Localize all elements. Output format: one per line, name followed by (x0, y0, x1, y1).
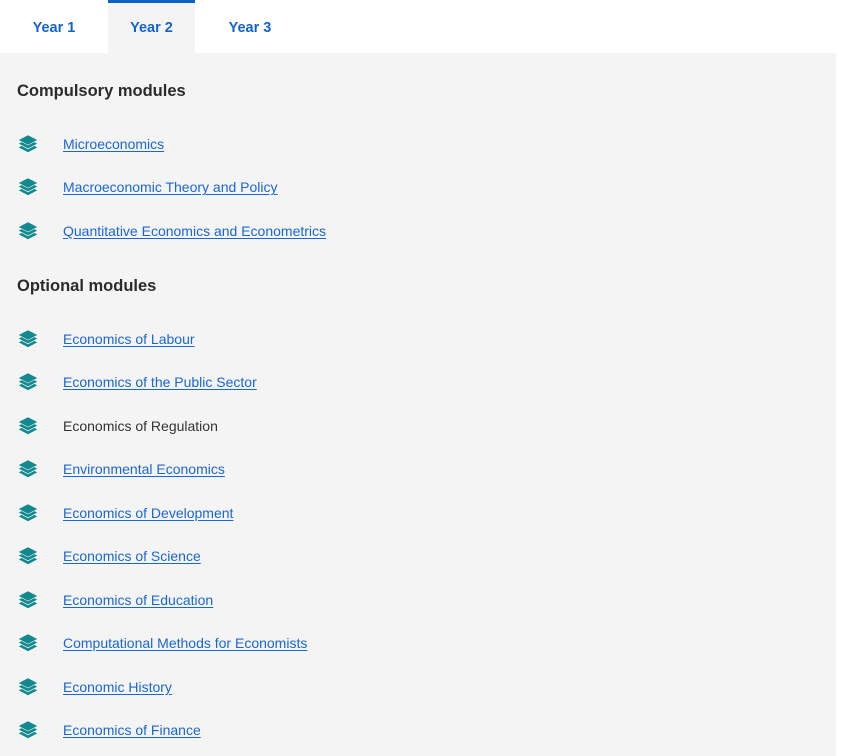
layers-stack-icon (17, 676, 39, 698)
layers-stack-icon (17, 176, 39, 198)
layers-stack-icon (17, 133, 39, 155)
optional-module-link[interactable]: Economics of Labour (63, 331, 195, 347)
tab-year-2[interactable]: Year 2 (108, 0, 195, 53)
module-row: Economics of Finance (0, 709, 836, 753)
optional-module-text: Economics of Regulation (63, 417, 218, 434)
tab-year-1[interactable]: Year 1 (0, 0, 108, 53)
module-row: Computational Methods for Economists (0, 622, 836, 666)
optional-module-link[interactable]: Computational Methods for Economists (63, 635, 307, 651)
module-row: Economic History (0, 665, 836, 709)
module-row: Microeconomics (0, 122, 836, 166)
compulsory-modules-heading: Compulsory modules (17, 82, 186, 100)
layers-stack-icon (17, 502, 39, 524)
layers-stack-icon (17, 328, 39, 350)
layers-stack-icon (17, 632, 39, 654)
module-row: Economics of Education (0, 578, 836, 622)
module-listing-page: Year 1 Year 2 Year 3 Compulsory modules … (0, 0, 844, 756)
optional-module-link[interactable]: Economics of Finance (63, 722, 201, 738)
tab-panel-year-2: Compulsory modules Microeconomics Macroec… (0, 53, 836, 756)
compulsory-modules-list: Microeconomics Macroeconomic Theory and P… (0, 122, 836, 253)
layers-stack-icon (17, 458, 39, 480)
compulsory-module-link[interactable]: Microeconomics (63, 136, 164, 152)
tab-year-1-label: Year 1 (32, 20, 76, 36)
module-row: Economics of Regulation (0, 404, 836, 448)
optional-module-link[interactable]: Economics of Education (63, 592, 213, 608)
layers-stack-icon (17, 415, 39, 437)
module-row: Quantitative Economics and Econometrics (0, 209, 836, 253)
module-row: Economics of the Public Sector (0, 361, 836, 405)
module-row: Environmental Economics (0, 448, 836, 492)
layers-stack-icon (17, 371, 39, 393)
optional-module-link[interactable]: Economics of Science (63, 548, 201, 564)
compulsory-module-link[interactable]: Macroeconomic Theory and Policy (63, 179, 278, 195)
optional-modules-heading: Optional modules (17, 277, 157, 295)
tab-year-2-label: Year 2 (130, 20, 173, 36)
layers-stack-icon (17, 545, 39, 567)
module-row: Macroeconomic Theory and Policy (0, 166, 836, 210)
module-row: Economics of Science (0, 535, 836, 579)
optional-modules-list: Economics of Labour Economics of the Publ… (0, 317, 836, 752)
module-row: Economics of Development (0, 491, 836, 535)
tab-year-3[interactable]: Year 3 (195, 0, 305, 53)
optional-module-link[interactable]: Economics of Development (63, 505, 233, 521)
layers-stack-icon (17, 719, 39, 741)
tab-year-3-label: Year 3 (228, 20, 272, 36)
optional-module-link[interactable]: Environmental Economics (63, 461, 225, 477)
optional-module-link[interactable]: Economics of the Public Sector (63, 374, 257, 390)
optional-module-link[interactable]: Economic History (63, 679, 172, 695)
layers-stack-icon (17, 589, 39, 611)
module-row: Economics of Labour (0, 317, 836, 361)
compulsory-module-link[interactable]: Quantitative Economics and Econometrics (63, 223, 326, 239)
layers-stack-icon (17, 220, 39, 242)
year-tab-bar: Year 1 Year 2 Year 3 (0, 0, 836, 53)
